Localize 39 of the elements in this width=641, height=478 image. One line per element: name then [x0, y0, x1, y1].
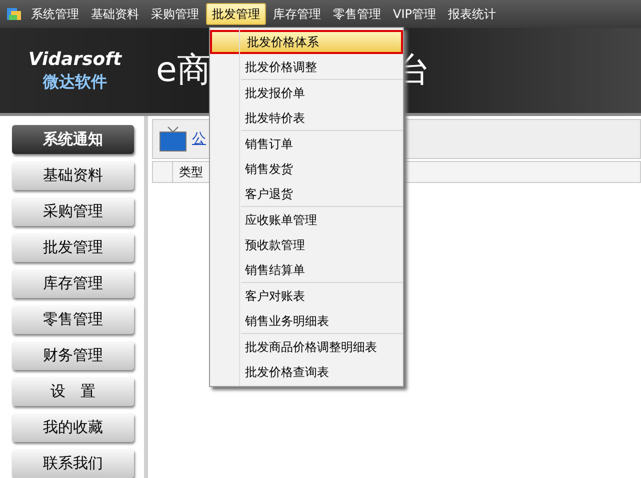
- dropdown-item[interactable]: 应收账单管理: [241, 207, 403, 232]
- sidebar-button[interactable]: 系统通知: [12, 125, 134, 154]
- dropdown-item[interactable]: 销售订单: [241, 131, 403, 156]
- menu-item[interactable]: 批发管理: [206, 3, 266, 25]
- dropdown-item[interactable]: 客户退货: [241, 181, 403, 206]
- sidebar-button[interactable]: 零售管理: [12, 305, 134, 334]
- dropdown-item[interactable]: 批发价格体系: [210, 30, 403, 54]
- dropdown-item[interactable]: 批发商品价格调整明细表: [241, 334, 403, 359]
- app-icon: [6, 6, 22, 22]
- dropdown-item[interactable]: 批发价格调整: [241, 54, 403, 79]
- dropdown-item[interactable]: 客户对账表: [241, 283, 403, 308]
- sidebar-button[interactable]: 批发管理: [12, 233, 134, 262]
- logo-text: Vidarsoft: [28, 49, 122, 72]
- dropdown-item[interactable]: 销售业务明细表: [241, 308, 403, 333]
- menu-item[interactable]: 库存管理: [268, 3, 326, 25]
- menu-item[interactable]: 零售管理: [328, 3, 386, 25]
- sidebar-button[interactable]: 财务管理: [12, 341, 134, 370]
- sidebar-button[interactable]: 设 置: [12, 377, 134, 406]
- tv-icon: [159, 126, 187, 152]
- menu-item[interactable]: VIP管理: [388, 3, 441, 25]
- sidebar-button[interactable]: 库存管理: [12, 269, 134, 298]
- menu-item[interactable]: 采购管理: [146, 3, 204, 25]
- sidebar-button[interactable]: 基础资料: [12, 161, 134, 190]
- logo-subtitle: 微达软件: [43, 72, 107, 92]
- sidebar-button[interactable]: 采购管理: [12, 197, 134, 226]
- dropdown-item[interactable]: 批发报价单: [241, 80, 403, 105]
- sidebar-button[interactable]: 我的收藏: [12, 413, 134, 442]
- dropdown-item[interactable]: 批发特价表: [241, 105, 403, 130]
- menu-item[interactable]: 基础资料: [86, 3, 144, 25]
- dropdown-item[interactable]: 销售发货: [241, 156, 403, 181]
- column-header[interactable]: 类型: [173, 162, 209, 182]
- sidebar-button[interactable]: 联系我们: [12, 449, 134, 478]
- tab-link[interactable]: 公: [192, 128, 206, 150]
- dropdown-item[interactable]: 销售结算单: [241, 257, 403, 282]
- dropdown-item[interactable]: 批发价格查询表: [241, 359, 403, 384]
- banner-title: e商: [156, 49, 211, 92]
- menu-item[interactable]: 报表统计: [442, 3, 501, 25]
- dropdown-item[interactable]: 预收款管理: [241, 232, 403, 257]
- menu-item[interactable]: 系统管理: [26, 3, 84, 25]
